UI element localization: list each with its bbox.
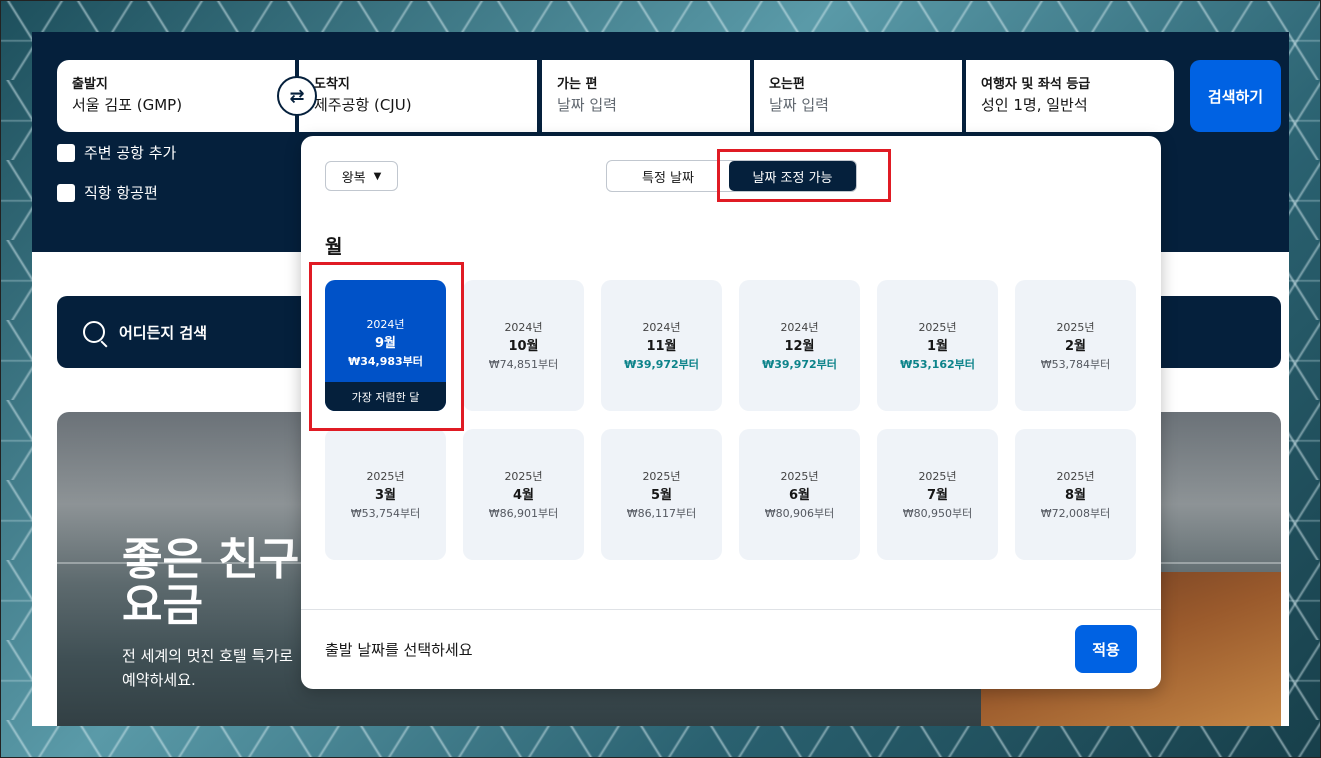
month-card-price: ₩53,754부터 bbox=[350, 507, 421, 520]
nearby-airports-checkbox[interactable]: 주변 공항 추가 bbox=[57, 142, 176, 163]
month-card[interactable]: 2024년 11월 ₩39,972부터 bbox=[601, 280, 722, 411]
hero-title-line1: 좋은 친구 bbox=[122, 534, 300, 585]
month-card-month: 4월 bbox=[512, 488, 534, 503]
hero-subtitle: 전 세계의 멋진 호텔 특가로예약하세요. bbox=[122, 644, 322, 692]
month-card-price: ₩72,008부터 bbox=[1040, 507, 1111, 520]
month-card[interactable]: 2025년 6월 ₩80,906부터 bbox=[739, 429, 860, 560]
return-placeholder: 날짜 입력 bbox=[769, 96, 829, 114]
apply-button[interactable]: 적용 bbox=[1075, 625, 1137, 673]
destination-value: 제주공항 (CJU) bbox=[314, 96, 412, 114]
month-card-price: ₩39,972부터 bbox=[624, 358, 699, 371]
date-picker-popup: 왕복 ▼ 특정 날짜 날짜 조정 가능 월 2024년 9월 ₩34,983부터 가장… bbox=[301, 136, 1161, 689]
travellers-label: 여행자 및 좌석 등급 bbox=[981, 77, 1091, 92]
month-card-price: ₩80,906부터 bbox=[764, 507, 835, 520]
month-card-price: ₩86,117부터 bbox=[626, 507, 697, 520]
month-card[interactable]: 2024년 10월 ₩74,851부터 bbox=[463, 280, 584, 411]
hero-title-line2: 요금 bbox=[122, 580, 203, 631]
month-card-month: 11월 bbox=[646, 339, 677, 354]
checkbox-box[interactable] bbox=[57, 143, 75, 162]
month-card-price: ₩53,162부터 bbox=[900, 358, 975, 371]
month-card-year: 2025년 bbox=[642, 470, 681, 483]
depart-label: 가는 편 bbox=[557, 77, 598, 92]
month-card-price: ₩86,901부터 bbox=[488, 507, 559, 520]
month-card-year: 2025년 bbox=[366, 470, 405, 483]
month-card-year: 2024년 bbox=[780, 321, 819, 334]
destination-field[interactable]: 도착지 제주공항 (CJU) bbox=[299, 60, 537, 132]
hero-title: 좋은 친구 요금 bbox=[122, 537, 299, 629]
month-card[interactable]: 2025년 8월 ₩72,008부터 bbox=[1015, 429, 1136, 560]
search-button[interactable]: 검색하기 bbox=[1190, 60, 1281, 132]
destination-label: 도착지 bbox=[314, 77, 350, 92]
month-card[interactable]: 2024년 12월 ₩39,972부터 bbox=[739, 280, 860, 411]
origin-value: 서울 김포 (GMP) bbox=[72, 96, 183, 114]
globe-search-icon bbox=[83, 321, 105, 343]
search-anywhere-label: 어디든지 검색 bbox=[119, 323, 208, 342]
depart-date-field[interactable]: 가는 편 날짜 입력 bbox=[542, 60, 750, 132]
highlight-box-flexible bbox=[717, 149, 891, 202]
month-card-month: 7월 bbox=[926, 488, 948, 503]
month-card-price: ₩53,784부터 bbox=[1040, 358, 1111, 371]
footer-divider bbox=[301, 609, 1161, 610]
month-card-year: 2025년 bbox=[1056, 470, 1095, 483]
month-card-month: 1월 bbox=[926, 339, 948, 354]
swap-icon[interactable]: ⇄ bbox=[277, 76, 317, 116]
return-date-field[interactable]: 오는편 날짜 입력 bbox=[754, 60, 962, 132]
travellers-value: 성인 1명, 일반석 bbox=[981, 96, 1088, 114]
hero-subtitle-line2: 예약하세요. bbox=[122, 671, 196, 689]
month-card-year: 2025년 bbox=[780, 470, 819, 483]
month-card-year: 2024년 bbox=[504, 321, 543, 334]
month-heading: 월 bbox=[325, 236, 343, 258]
depart-placeholder: 날짜 입력 bbox=[557, 96, 617, 114]
month-card[interactable]: 2025년 1월 ₩53,162부터 bbox=[877, 280, 998, 411]
nearby-airports-label: 주변 공항 추가 bbox=[84, 144, 177, 162]
footer-message: 출발 날짜를 선택하세요 bbox=[325, 641, 473, 659]
month-card-price: ₩80,950부터 bbox=[902, 507, 973, 520]
month-card-price: ₩74,851부터 bbox=[488, 358, 559, 371]
direct-flights-checkbox[interactable]: 직항 항공편 bbox=[57, 182, 158, 203]
travellers-field[interactable]: 여행자 및 좌석 등급 성인 1명, 일반석 bbox=[966, 60, 1174, 132]
tab-specific-date[interactable]: 특정 날짜 bbox=[607, 161, 729, 191]
return-label: 오는편 bbox=[769, 77, 805, 92]
trip-type-value: 왕복 bbox=[341, 170, 366, 186]
checkbox-box[interactable] bbox=[57, 183, 75, 202]
month-card-price: ₩39,972부터 bbox=[762, 358, 837, 371]
month-card[interactable]: 2025년 5월 ₩86,117부터 bbox=[601, 429, 722, 560]
month-card-month: 10월 bbox=[508, 339, 539, 354]
month-card[interactable]: 2025년 2월 ₩53,784부터 bbox=[1015, 280, 1136, 411]
month-card-month: 2월 bbox=[1064, 339, 1086, 354]
origin-field[interactable]: 출발지 서울 김포 (GMP) bbox=[57, 60, 295, 132]
month-card-year: 2025년 bbox=[504, 470, 543, 483]
month-card[interactable]: 2025년 3월 ₩53,754부터 bbox=[325, 429, 446, 560]
month-card-month: 12월 bbox=[784, 339, 815, 354]
direct-flights-label: 직항 항공편 bbox=[84, 184, 158, 202]
month-card-year: 2025년 bbox=[918, 321, 957, 334]
month-card-year: 2025년 bbox=[1056, 321, 1095, 334]
month-card-year: 2025년 bbox=[918, 470, 957, 483]
trip-type-dropdown[interactable]: 왕복 ▼ bbox=[325, 161, 398, 191]
month-card-month: 8월 bbox=[1064, 488, 1086, 503]
month-card[interactable]: 2025년 7월 ₩80,950부터 bbox=[877, 429, 998, 560]
origin-label: 출발지 bbox=[72, 77, 108, 92]
highlight-box-september bbox=[309, 262, 464, 431]
month-card-month: 6월 bbox=[788, 488, 810, 503]
month-card-month: 3월 bbox=[374, 488, 396, 503]
chevron-down-icon: ▼ bbox=[373, 170, 382, 182]
month-card-year: 2024년 bbox=[642, 321, 681, 334]
hero-subtitle-line1: 전 세계의 멋진 호텔 특가로 bbox=[122, 647, 293, 665]
month-card-month: 5월 bbox=[650, 488, 672, 503]
month-card[interactable]: 2025년 4월 ₩86,901부터 bbox=[463, 429, 584, 560]
